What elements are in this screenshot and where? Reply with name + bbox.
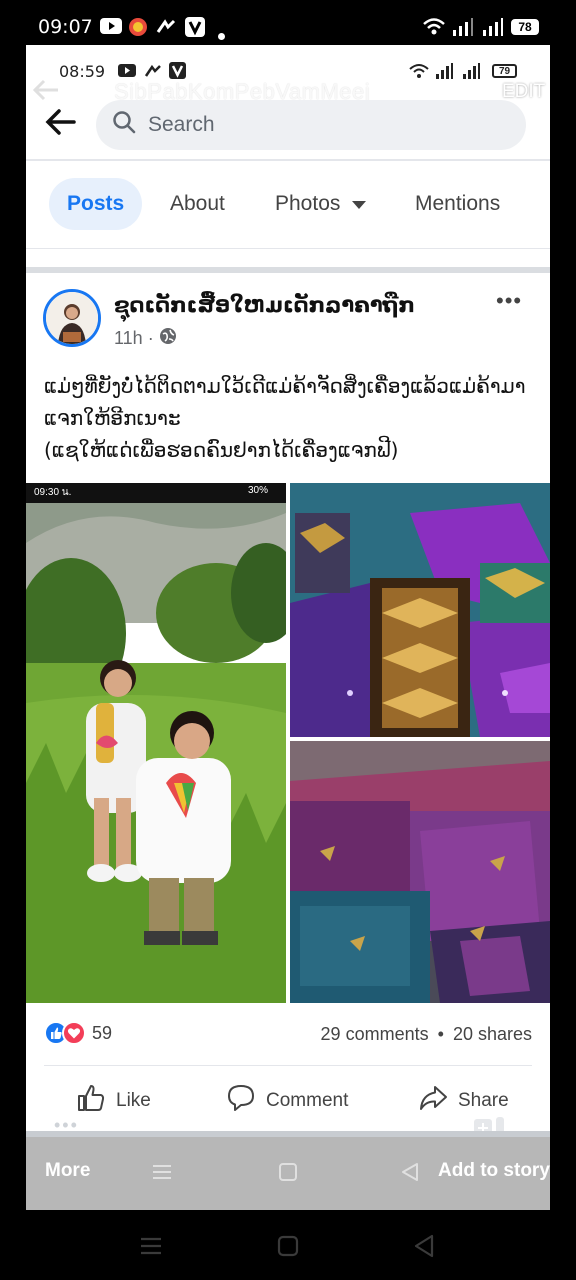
back-icon[interactable] [413,1234,435,1263]
more-options-icon[interactable]: ••• [496,288,522,314]
tab-label: Mentions [415,192,501,215]
phone-screen: 09:07 78 08:59 79 SibPabKomPebVamMeej ED… [0,0,576,1280]
photo-status-time: 09:30 น. [34,487,72,498]
share-label: Share [458,1090,509,1111]
tab-label: Photos [275,192,341,215]
like-label: Like [116,1090,151,1111]
tab-mentions[interactable]: Mentions [415,178,500,230]
tab-posts[interactable]: Posts [49,178,143,230]
system-nav-bar [0,1210,576,1280]
photo-folded-clothes[interactable] [290,741,550,1003]
add-to-story-button[interactable]: Add to story [438,1160,550,1182]
search-placeholder: Search [148,113,215,136]
inner-home-icon [278,1162,298,1187]
outer-clock: 09:07 [38,16,93,38]
inner-battery-icon: 79 [492,64,517,78]
page-tabs: Posts About Photos Mentions [26,178,550,234]
signal-2-icon [481,18,503,42]
overlay-edit-button[interactable]: EDIT [502,81,545,103]
love-reaction-icon [62,1021,86,1045]
inner-menu-icon [152,1163,172,1186]
comment-bubble-icon [226,1083,266,1119]
share-arrow-icon [418,1083,458,1119]
recent-apps-icon[interactable] [140,1236,162,1261]
app-badge-icon [128,17,148,43]
photo-status-battery: 30% [248,485,269,496]
outer-status-bar: 09:07 78 [0,0,576,45]
shared-screenshot: 08:59 79 SibPabKomPebVamMeej EDIT Search… [26,45,550,1210]
tab-label: About [170,192,225,215]
home-icon[interactable] [277,1235,299,1262]
search-icon [112,110,136,140]
shares-count[interactable]: 20 shares [453,1024,532,1044]
inner-clock: 08:59 [59,62,106,81]
post-text: ແມ່ໆທີ່ຍັງບໍ່ໄດ້ຕິດຕາມໃວ້ເດີແມ່ຄ້າຈັດສິ່… [44,374,526,462]
divider [26,159,550,161]
inner-wifi-icon [409,63,429,84]
post-time[interactable]: 11h [114,328,143,349]
divider [26,248,550,249]
signal-1-icon [451,18,473,42]
photo-children-field[interactable]: 09:30 น. 30% [26,483,286,1003]
tab-label: Posts [67,192,125,215]
photo-purple-fabric[interactable] [290,483,550,737]
battery-icon: 78 [511,19,539,35]
inner-signal-1-icon [434,63,454,84]
like-button[interactable]: Like [76,1083,151,1119]
divider [44,1065,532,1066]
wifi-icon [423,18,445,42]
share-button[interactable]: Share [418,1083,509,1119]
comment-label: Comment [266,1090,349,1111]
overlay-back-arrow-icon [32,78,60,107]
youtube-icon [100,18,122,40]
notification-dot-icon [218,24,225,46]
engagement-counts: 29 comments • 20 shares [321,1024,532,1045]
counts-separator: • [437,1024,444,1044]
comment-button[interactable]: Comment [226,1083,348,1119]
reaction-count: 59 [92,1022,113,1043]
comments-count[interactable]: 29 comments [321,1024,429,1044]
caret-down-icon [352,192,367,216]
meta-separator: · [147,328,154,348]
vpn-icon [185,17,205,43]
thumbs-up-icon [76,1083,116,1119]
avatar[interactable] [43,289,101,347]
post-meta: 11h · [114,327,177,350]
section-separator [26,267,550,273]
tab-about[interactable]: About [170,178,225,230]
photo-grid: 09:30 น. 30% [26,483,550,1003]
inner-signal-2-icon [461,63,481,84]
back-arrow-icon[interactable] [44,108,76,141]
post-author-name[interactable]: ຊຸດເດັກເສື້ອໃຫມເດັກລາຄາຖືກ [114,293,415,317]
gesture-icon [155,17,177,43]
search-input[interactable]: Search [96,100,526,150]
inner-back-icon [400,1162,420,1187]
tab-photos[interactable]: Photos [275,178,367,230]
reaction-summary[interactable]: 59 [44,1021,112,1045]
story-bottom-bar: More Add to story [26,1137,550,1210]
globe-icon [159,327,177,350]
more-button[interactable]: More [45,1160,90,1182]
